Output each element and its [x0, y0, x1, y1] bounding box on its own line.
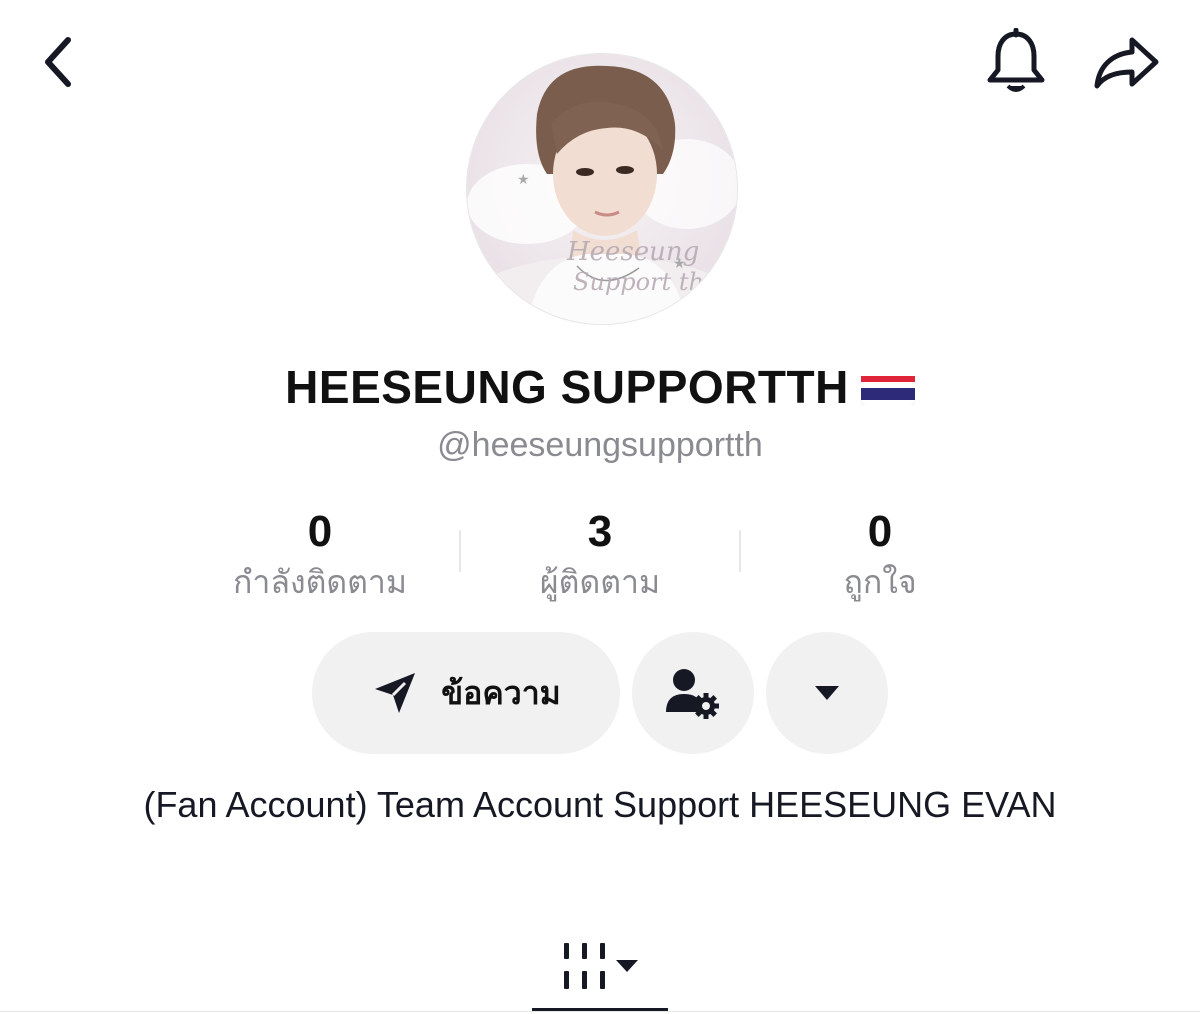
likes-count: 0 [867, 507, 893, 556]
bell-icon [987, 28, 1045, 92]
caret-down-icon [815, 686, 839, 700]
back-button[interactable] [28, 30, 88, 94]
followers-label: ผู้ติดตาม [539, 563, 661, 601]
grid-icon [564, 943, 605, 989]
following-stat[interactable]: 0 กำลังติดตาม [180, 506, 460, 604]
likes-label: ถูกใจ [843, 563, 917, 601]
notification-bell-button[interactable] [980, 26, 1052, 98]
profile-bio: (Fan Account) Team Account Support HEESE… [143, 784, 1057, 825]
chevron-left-icon [45, 37, 71, 87]
send-icon [375, 673, 416, 713]
manage-account-button[interactable] [632, 632, 754, 754]
profile-display-name: HEESEUNG SUPPORTTH [0, 360, 1200, 414]
tab-videos-grid[interactable] [532, 924, 668, 1008]
more-options-button[interactable] [766, 632, 888, 754]
caret-down-icon [616, 960, 638, 972]
followers-stat[interactable]: 3 ผู้ติดตาม [460, 506, 740, 604]
avatar-caption-line2: Support th [573, 268, 704, 296]
user-settings-icon [666, 669, 719, 719]
share-arrow-icon [1094, 37, 1159, 89]
message-button[interactable]: ข้อความ [312, 632, 620, 754]
share-button[interactable] [1088, 30, 1166, 94]
following-label: กำลังติดตาม [233, 563, 407, 601]
following-count: 0 [307, 507, 333, 556]
profile-avatar[interactable]: Heeseung Support th ★ ★ [466, 53, 738, 325]
thailand-flag-icon [860, 369, 915, 405]
followers-count: 3 [587, 507, 613, 556]
svg-text:★: ★ [517, 171, 530, 187]
profile-handle: @heeseungsupportth [437, 426, 763, 464]
display-name-text: HEESEUNG SUPPORTTH [285, 361, 849, 413]
message-button-label: ข้อความ [441, 673, 561, 712]
likes-stat[interactable]: 0 ถูกใจ [740, 506, 1020, 604]
tab-bar-divider [0, 1011, 1200, 1012]
avatar-image: Heeseung Support th ★ ★ [467, 54, 737, 324]
svg-text:★: ★ [673, 255, 686, 271]
